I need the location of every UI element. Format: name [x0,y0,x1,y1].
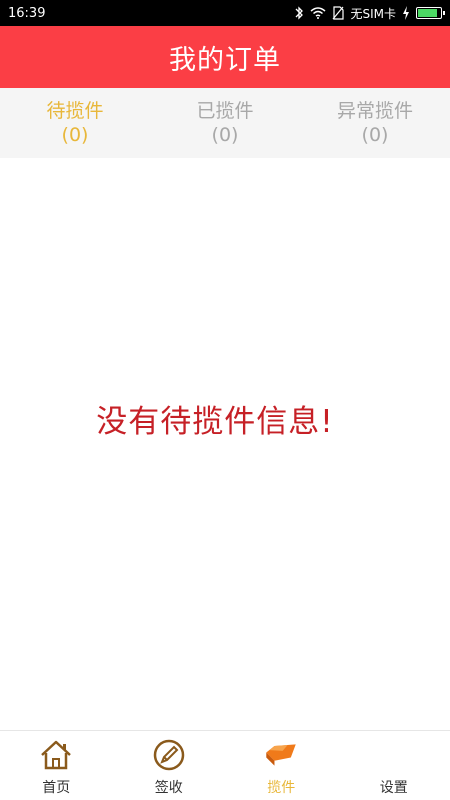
pickup-icon [263,737,299,773]
nav-item-home[interactable]: 首页 [0,731,113,800]
nav-label-pickup: 揽件 [267,780,296,796]
nav-label-settings: 设置 [379,780,408,796]
settings-icon [376,737,412,773]
tab-abnormal-pickup[interactable]: 异常揽件 (0) [300,88,450,158]
tab-label: 异常揽件 [336,100,413,122]
empty-state-message: 没有待揽件信息! [96,404,334,440]
order-list-area: 没有待揽件信息! [0,158,450,730]
tab-label: 已揽件 [196,100,254,122]
nosim-icon [332,6,345,20]
page-title: 我的订单 [169,44,281,76]
nav-label-home: 首页 [42,780,71,796]
status-time: 16:39 [8,5,46,21]
tab-count: (0) [361,124,389,146]
nav-item-sign[interactable]: 签收 [113,731,226,800]
status-icons: 无SIM卡 [294,5,445,22]
nav-label-sign: 签收 [154,780,183,796]
bluetooth-icon [294,6,304,20]
carrier-label: 无SIM卡 [350,6,396,21]
tab-count: (0) [211,124,239,146]
order-tabs: 待揽件 (0) 已揽件 (0) 异常揽件 (0) [0,88,450,158]
tab-label: 待揽件 [46,100,104,122]
charging-icon [402,6,410,20]
battery-icon [416,7,445,19]
status-bar: 16:39 无SIM卡 [0,0,450,26]
home-icon [38,737,74,773]
nav-item-pickup[interactable]: 揽件 [225,731,338,800]
wifi-icon [310,7,326,19]
header-bar: 我的订单 [0,26,450,88]
sign-icon [151,737,187,773]
nav-item-settings[interactable]: 设置 [338,731,450,800]
tab-pending-pickup[interactable]: 待揽件 (0) [0,88,150,158]
bottom-nav: 首页 签收 揽件 设置 [0,730,450,800]
tab-picked-up[interactable]: 已揽件 (0) [150,88,300,158]
tab-count: (0) [61,124,89,146]
